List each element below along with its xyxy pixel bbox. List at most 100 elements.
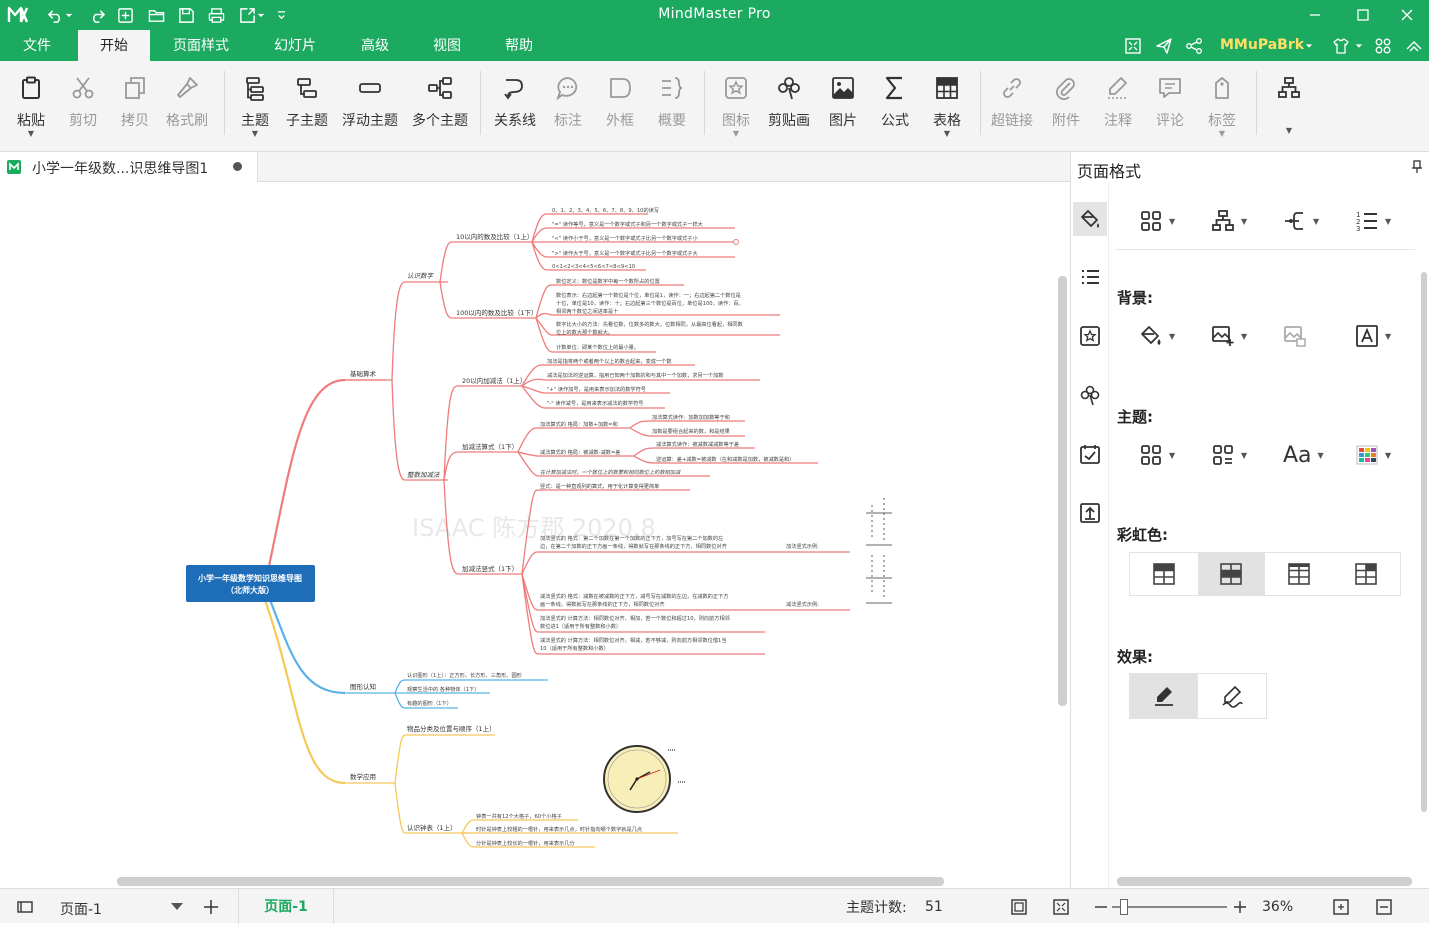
remove-background-button[interactable] [1283, 321, 1307, 351]
menu-advanced[interactable]: 高级 [350, 30, 400, 61]
rainbow-option-2[interactable] [1197, 553, 1265, 595]
panel-vertical-scrollbar[interactable] [1421, 272, 1427, 812]
minimize-panel-icon[interactable] [1375, 889, 1393, 924]
leaf-topic[interactable]: 逆运算：差+减数=被减数（在和减数是加数，被减数是和） [656, 455, 794, 463]
theme-font-dropdown[interactable]: Aa ▼ [1283, 440, 1324, 470]
floating-topic-button[interactable]: 浮动主题 [342, 71, 398, 130]
save-icon[interactable] [175, 4, 197, 26]
leaf-topic[interactable]: 数位进1（适用于所有整数和小数） [540, 622, 621, 630]
leaf-topic[interactable]: 认识图形（1上）：正方形、长方形、三角形、圆形 [407, 671, 523, 679]
cut-button[interactable]: 剪切 [56, 71, 110, 130]
menu-page-style[interactable]: 页面样式 [160, 30, 242, 61]
export-icon[interactable] [236, 4, 258, 26]
send-icon[interactable] [1153, 35, 1175, 57]
minimize-button[interactable] [1292, 0, 1338, 30]
leaf-topic[interactable]: 减法竖式的 格式：减数在被减数的正下方，减号写在减数的左边，在减数的正下方 [540, 592, 728, 600]
mindmap-canvas[interactable]: ISAAC 陈方郡 2020.8 小学一年级数学知识思维导图 （北师大版） 基础… [0, 182, 1070, 887]
leaf-topic[interactable]: 加法算式读作：加数加加数等于和 [652, 413, 730, 421]
fullscreen-view-icon[interactable] [1052, 889, 1070, 924]
user-dropdown-icon[interactable] [1304, 35, 1314, 57]
topic-know-numbers[interactable]: 认识数字 [407, 272, 435, 280]
clipart-button[interactable]: 剪贴画 [762, 71, 816, 130]
task-tab-icon[interactable] [1073, 437, 1107, 471]
leaf-topic[interactable]: 相邻两个数位之间进率是十 [556, 307, 618, 315]
page-select[interactable]: 页面-1 [55, 895, 187, 919]
customize-toolbar-icon[interactable] [274, 4, 288, 26]
leaf-topic[interactable]: ">" 读作大于号，意义是一个数字或式子比另一个数字或式子大 [552, 249, 698, 257]
open-folder-icon[interactable] [145, 4, 167, 26]
watermark-dropdown[interactable]: ▼ [1355, 321, 1391, 351]
vertical-calc-image[interactable] [866, 498, 892, 604]
page-tab[interactable]: 页面-1 [238, 889, 334, 924]
menu-help[interactable]: 帮助 [494, 30, 544, 61]
summary-button[interactable]: 概要 [645, 71, 699, 130]
leaf-topic[interactable]: 时针是钟表上较粗的一根针，用来表示几点，时针指向哪个数字就是几点 [476, 825, 642, 833]
zoom-level[interactable]: 36% [1262, 889, 1293, 924]
comment-button[interactable]: 评论 [1143, 71, 1197, 130]
close-button[interactable] [1384, 0, 1429, 30]
root-topic[interactable] [186, 565, 315, 602]
leaf-topic[interactable]: 加法算式的 格局：加数+加数=和 [540, 420, 618, 428]
boundary-button[interactable]: 外框 [593, 71, 647, 130]
note-button[interactable]: 注释 [1091, 71, 1145, 130]
leaf-topic[interactable]: 减法竖式示例: [786, 600, 819, 608]
formula-button[interactable]: 公式 [868, 71, 922, 130]
leaf-topic[interactable]: 边，在第二个加数的正下方画一条线，得数就写在那条线的正下方，相同数位对齐 [540, 542, 727, 550]
user-name[interactable]: MMuPaBrk [1220, 37, 1304, 53]
theme-dropdown[interactable]: ▼ [1139, 440, 1175, 470]
leaf-topic[interactable]: 10（适用于所有整数和小数） [540, 644, 609, 652]
topic-within100[interactable]: 100以内的数及比较（1下） [456, 308, 538, 317]
zoom-slider-track[interactable] [1112, 906, 1227, 908]
connector-dropdown[interactable]: ▼ [1283, 206, 1319, 236]
leaf-topic[interactable]: 加数是要组合起来的数，和是结果 [652, 427, 730, 435]
clock-image[interactable] [603, 745, 686, 813]
icon-library-tab-icon[interactable] [1073, 319, 1107, 353]
leaf-topic[interactable]: 分针是钟表上较长的一根针，用来表示几分 [476, 839, 575, 847]
menu-view[interactable]: 视图 [422, 30, 472, 61]
leaf-topic[interactable]: 减法算式读作：被减数减减数等于差 [656, 440, 739, 448]
topic-shape[interactable]: 图形认知 [350, 682, 376, 691]
leaf-topic[interactable]: 钟表一共有12个大格子，60个小格子 [476, 812, 562, 820]
collapse-ribbon-icon[interactable] [1402, 35, 1426, 57]
zoom-out-icon[interactable] [1092, 889, 1110, 924]
canvas-vertical-scrollbar[interactable] [1058, 276, 1067, 706]
rainbow-option-1[interactable] [1130, 553, 1198, 595]
leaf-topic[interactable]: "=" 读作等号，意义是一个数字或式子和另一个数字或式子一样大 [552, 220, 703, 228]
hyperlink-button[interactable]: 超链接 [985, 71, 1039, 130]
leaf-topic[interactable]: 减法是加法的逆运算，指用已知两个加数的和与其中一个加数，求另一个加数 [547, 371, 724, 379]
leaf-topic[interactable]: 0、1、2、3、4、5、6、7、8、9、10的读写 [552, 206, 659, 214]
page-panel-toggle-icon[interactable] [16, 889, 34, 924]
print-icon[interactable] [205, 4, 227, 26]
leaf-topic[interactable]: 画一条线，得数就写在那条线的正下方，相同数位对齐 [540, 600, 665, 608]
leaf-topic[interactable]: 十位，单位是10，读作：十；右边起第三个数位是百位，单位是100，读作：百。 [556, 299, 744, 307]
leaf-topic[interactable]: "-" 读作减号，是用来表示减法的数学符号 [547, 399, 643, 407]
background-image-dropdown[interactable]: ▼ [1211, 321, 1247, 351]
leaf-topic[interactable]: 减法竖式的 计算方法：相同数位对齐，相减，若不够减，则向前方相邻数位借1当 [540, 636, 727, 644]
redo-icon[interactable] [86, 4, 108, 26]
clipart-tab-icon[interactable] [1073, 378, 1107, 412]
rainbow-option-3[interactable] [1265, 553, 1333, 595]
menu-slideshow[interactable]: 幻灯片 [262, 30, 328, 61]
skin-dropdown-icon[interactable] [1354, 35, 1364, 57]
subtopic-button[interactable]: 子主题 [280, 71, 334, 130]
tag-button[interactable]: 标签 ▼ [1195, 71, 1249, 138]
table-button[interactable]: 表格 ▼ [920, 71, 974, 138]
panel-horizontal-scrollbar[interactable] [1117, 877, 1412, 886]
mindmap[interactable]: ISAAC 陈方郡 2020.8 小学一年级数学知识思维导图 （北师大版） 基础… [0, 182, 1070, 887]
topic-classify[interactable]: 物品分类及位置与顺序（1上） [407, 724, 496, 733]
topic-vertical[interactable]: 加减法竖式（1下） [462, 564, 518, 573]
outline-tab-icon[interactable] [1073, 260, 1107, 294]
leaf-topic[interactable]: 数字比大小的方法：先看位数，位数多的数大，位数相同，从最高位看起，相同数 [556, 320, 744, 328]
skin-icon[interactable] [1330, 35, 1352, 57]
leaf-topic[interactable]: 数位定义：数位是数字中每一个数所占的位置 [556, 277, 660, 285]
leaf-topic[interactable]: 加法是指将两个或者两个以上的数合起来，变成一个数 [547, 357, 672, 365]
layout-button[interactable]: ▼ [1262, 71, 1316, 135]
multi-topic-button[interactable]: 多个主题 [412, 71, 468, 130]
fullscreen-icon[interactable] [1122, 35, 1144, 57]
leaf-topic[interactable]: 竖式：是一种直观列的算式，用于化计算变得更简单 [540, 482, 659, 490]
canvas-horizontal-scrollbar[interactable] [117, 877, 944, 886]
undo-icon[interactable] [44, 4, 66, 26]
attachment-button[interactable]: 附件 [1039, 71, 1093, 130]
topic-add20[interactable]: 20以内加减法（1上） [462, 376, 526, 385]
add-page-icon[interactable] [202, 889, 220, 924]
